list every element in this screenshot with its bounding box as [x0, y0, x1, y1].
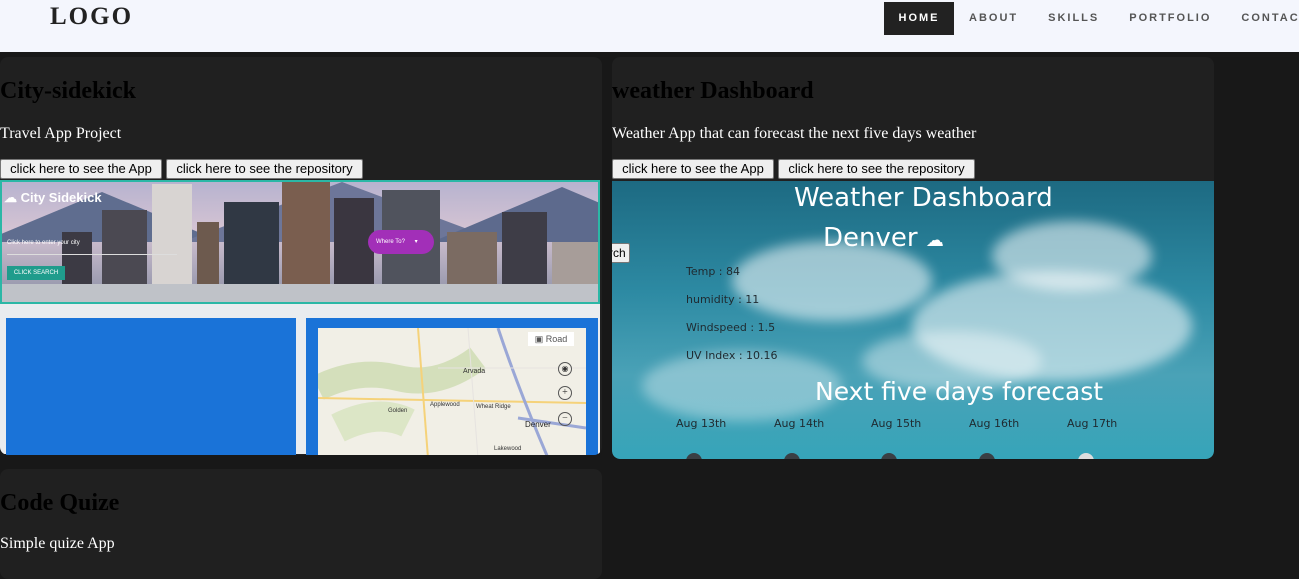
forecast-icon [784, 453, 800, 459]
project-card-code-quize: Code Quize Simple quize App [0, 469, 602, 579]
where-to-dropdown: Where To? ▾ [368, 230, 434, 254]
forecast-day: Aug 13th [676, 417, 727, 430]
zoom-out-icon: − [558, 412, 572, 426]
city-search-button: CLICK SEARCH [7, 266, 65, 280]
weather-heading: Weather Dashboard [794, 183, 1053, 213]
cloud-icon: ☁ [925, 230, 944, 251]
nav-menu: HOME ABOUT SKILLS PORTFOLIO CONTACT [884, 2, 1299, 35]
map: Arvada Wheat Ridge Golden Applewood Denv… [318, 328, 586, 455]
nav-about[interactable]: ABOUT [954, 2, 1033, 35]
forecast-day: Aug 14th [774, 417, 825, 430]
forecast-icon [881, 453, 897, 459]
zoom-in-icon: + [558, 386, 572, 400]
nav-home[interactable]: HOME [884, 2, 954, 35]
layers-icon: ▣ [534, 334, 544, 344]
nav-portfolio[interactable]: PORTFOLIO [1114, 2, 1226, 35]
search-button-partial: rch [612, 243, 630, 263]
see-app-button[interactable]: click here to see the App [0, 159, 162, 179]
city-banner: ☁ City Sidekick Click here to enter your… [0, 180, 600, 304]
forecast-day: Aug 16th [969, 417, 1020, 430]
map-layer-toggle: ▣ Road [528, 332, 574, 346]
forecast-icon [1078, 453, 1094, 459]
project-card-weather-dashboard: weather Dashboard Weather App that can f… [612, 57, 1214, 459]
forecast-day: Aug 15th [871, 417, 922, 430]
logo[interactable]: LOGO [50, 3, 133, 31]
city-lower-section: Arvada Wheat Ridge Golden Applewood Denv… [0, 304, 600, 455]
temp-stat: Temp : 84 [686, 265, 741, 278]
project-title: weather Dashboard [612, 78, 814, 104]
caret-down-icon: ▾ [414, 239, 418, 245]
map-panel: Arvada Wheat Ridge Golden Applewood Denv… [306, 318, 598, 455]
city-input: Click here to enter your city [7, 240, 80, 246]
forecast-heading: Next five days forecast [815, 377, 1104, 406]
locate-icon: ◉ [558, 362, 572, 376]
project-card-city-sidekick: City-sidekick Travel App Project click h… [0, 57, 602, 455]
project-title: City-sidekick [0, 78, 137, 104]
top-navbar: LOGO HOME ABOUT SKILLS PORTFOLIO CONTACT [0, 0, 1299, 52]
city-sidekick-screenshot[interactable]: ☁ City Sidekick Click here to enter your… [0, 180, 602, 455]
cloud-icon: ☁ [4, 190, 17, 205]
city-brand: ☁ City Sidekick [4, 190, 102, 205]
project-description: Simple quize App [0, 535, 115, 552]
weather-city: Denver ☁ [823, 223, 944, 253]
project-description: Travel App Project [0, 125, 122, 142]
weather-background: Weather Dashboard Denver ☁ rch Temp : 84… [612, 181, 1214, 459]
forecast-icon [686, 453, 702, 459]
windspeed-stat: Windspeed : 1.5 [686, 321, 776, 334]
forecast-day: Aug 17th [1067, 417, 1118, 430]
project-description: Weather App that can forecast the next f… [612, 125, 977, 142]
humidity-stat: humidity : 11 [686, 293, 760, 306]
see-repository-button[interactable]: click here to see the repository [166, 159, 363, 179]
nav-skills[interactable]: SKILLS [1033, 2, 1114, 35]
see-repository-button[interactable]: click here to see the repository [778, 159, 975, 179]
project-title: Code Quize [0, 490, 120, 516]
uv-index-stat: UV Index : 10.16 [686, 349, 778, 362]
info-panel [6, 318, 296, 455]
see-app-button[interactable]: click here to see the App [612, 159, 774, 179]
nav-contact[interactable]: CONTACT [1226, 2, 1299, 35]
forecast-icon [979, 453, 995, 459]
weather-dashboard-screenshot[interactable]: Weather Dashboard Denver ☁ rch Temp : 84… [612, 181, 1214, 459]
